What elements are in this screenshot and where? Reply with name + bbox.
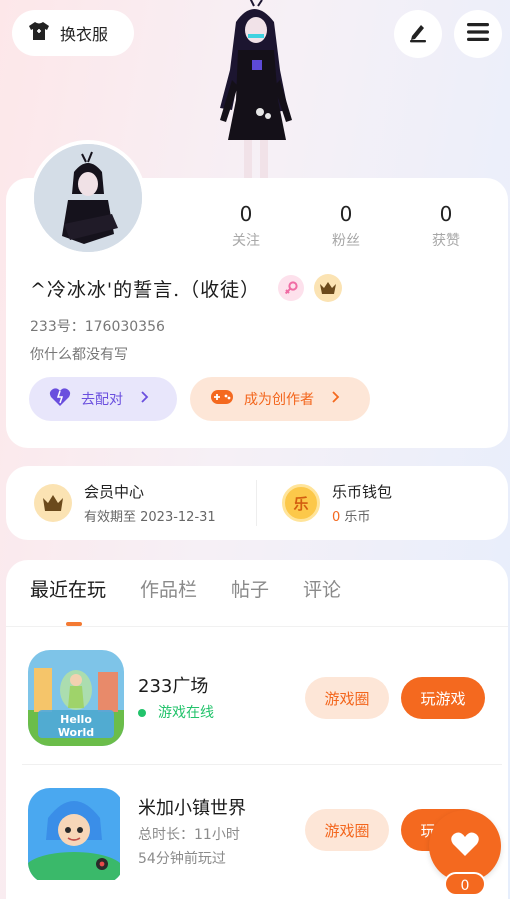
heart-count-badge: 0 xyxy=(444,872,486,896)
crown-icon xyxy=(34,484,72,522)
shirt-icon xyxy=(28,21,50,45)
divider xyxy=(6,626,508,627)
wallet-title: 乐币钱包 xyxy=(332,483,393,501)
wallet-unit: 乐币 xyxy=(344,510,371,525)
game-status-text: 游戏在线 xyxy=(158,705,214,721)
play-game-button[interactable]: 玩游戏 xyxy=(401,677,485,719)
game-circle-button[interactable]: 游戏圈 xyxy=(305,677,389,719)
edit-profile-button[interactable] xyxy=(394,10,442,58)
stat-number: 0 xyxy=(339,202,353,226)
crown-icon[interactable] xyxy=(314,274,343,302)
gamepad-icon xyxy=(210,388,234,410)
user-bio: 你什么都没有写 xyxy=(30,347,128,363)
wallet[interactable]: 乐 乐币钱包 0 乐币 xyxy=(282,466,392,540)
avatar-3d-figure[interactable] xyxy=(196,0,312,180)
stat-label: 关注 xyxy=(232,233,260,249)
tab-bar: 最近在玩 作品栏 帖子 评论 xyxy=(30,574,341,606)
stat-likes[interactable]: 0 获赞 xyxy=(396,200,496,250)
vip-center[interactable]: 会员中心 有效期至 2023-12-31 xyxy=(34,466,216,540)
stat-followers[interactable]: 0 粉丝 xyxy=(296,200,396,250)
game-icon-miga-town[interactable] xyxy=(28,788,124,884)
stat-label: 获赞 xyxy=(432,233,460,249)
game-last-played: 54分钟前玩过 xyxy=(138,851,226,867)
divider xyxy=(256,480,257,526)
tab-works[interactable]: 作品栏 xyxy=(140,574,197,606)
creator-label: 成为创作者 xyxy=(244,392,314,408)
username: ^冷冰冰'的誓言.（收徒） xyxy=(30,278,261,301)
online-dot xyxy=(138,709,146,717)
tab-comments[interactable]: 评论 xyxy=(303,574,341,606)
stat-following[interactable]: 0 关注 xyxy=(196,200,296,250)
game-status: 游戏在线 xyxy=(138,702,214,722)
game-icon-233-square[interactable]: Hello World xyxy=(28,650,124,746)
chevron-right-icon xyxy=(332,391,340,407)
svg-text:World: World xyxy=(58,726,94,739)
user-id: 233号：176030356 xyxy=(30,319,165,335)
stat-number: 0 xyxy=(439,202,453,226)
match-button[interactable]: 去配对 xyxy=(29,377,177,421)
avatar[interactable] xyxy=(30,140,146,256)
stat-label: 粉丝 xyxy=(332,233,360,249)
profile-card: 0 关注 0 粉丝 0 获赞 ^冷冰冰'的誓言.（收徒） 233号：176030… xyxy=(6,140,508,448)
change-outfit-button[interactable]: 换衣服 xyxy=(12,10,134,56)
list-item-game[interactable]: Hello World 233广场 游戏在线 游戏圈 玩游戏 xyxy=(6,650,508,770)
pen-icon xyxy=(407,21,429,47)
match-label: 去配对 xyxy=(81,392,123,408)
menu-icon xyxy=(467,23,489,45)
tab-recently-played[interactable]: 最近在玩 xyxy=(30,574,106,606)
tab-posts[interactable]: 帖子 xyxy=(231,574,269,606)
become-creator-button[interactable]: 成为创作者 xyxy=(190,377,370,421)
female-icon xyxy=(278,275,305,301)
svg-text:Hello: Hello xyxy=(60,713,92,726)
change-outfit-label: 换衣服 xyxy=(60,25,109,44)
heart-icon xyxy=(49,387,71,411)
coin-icon: 乐 xyxy=(282,484,320,522)
game-duration: 总时长：11小时 xyxy=(138,827,240,843)
heart-icon xyxy=(450,831,480,861)
chevron-right-icon xyxy=(141,391,149,407)
game-circle-button[interactable]: 游戏圈 xyxy=(305,809,389,851)
stat-number: 0 xyxy=(239,202,253,226)
wallet-amount: 0 xyxy=(332,510,341,525)
name-row: ^冷冰冰'的誓言.（收徒） xyxy=(30,274,343,302)
stats-row: 0 关注 0 粉丝 0 获赞 xyxy=(196,200,496,250)
coin-symbol: 乐 xyxy=(293,494,309,513)
vip-expiry: 有效期至 2023-12-31 xyxy=(84,510,216,525)
divider xyxy=(22,764,502,765)
wallet-balance: 0 乐币 xyxy=(332,506,392,525)
game-name: 233广场 xyxy=(138,676,209,697)
membership-card: 会员中心 有效期至 2023-12-31 乐 乐币钱包 0 乐币 xyxy=(6,466,508,540)
vip-title: 会员中心 xyxy=(84,483,145,501)
menu-button[interactable] xyxy=(454,10,502,58)
game-name: 米加小镇世界 xyxy=(138,798,246,819)
